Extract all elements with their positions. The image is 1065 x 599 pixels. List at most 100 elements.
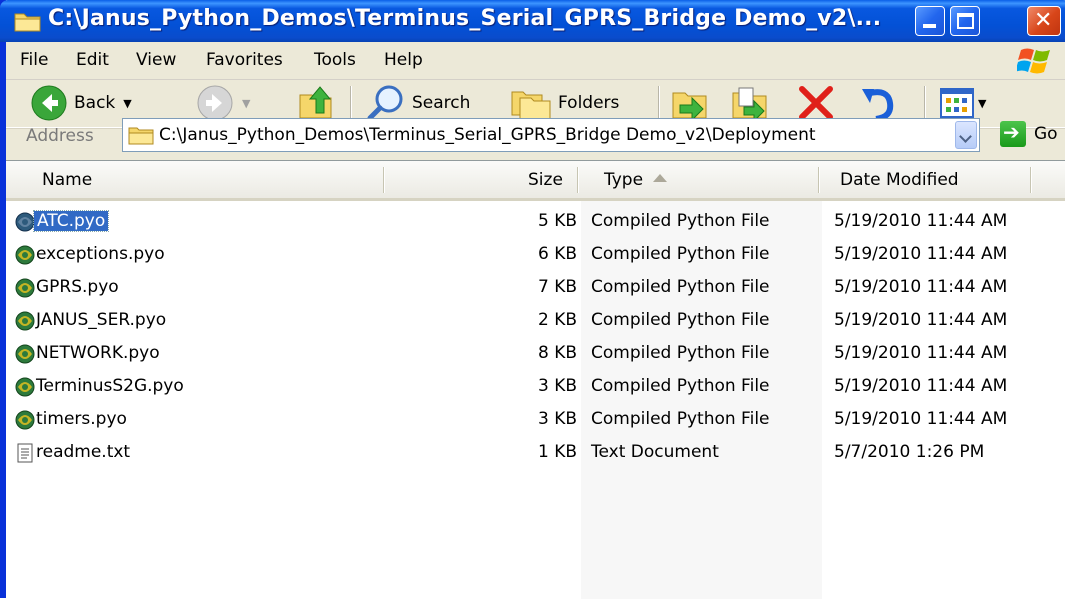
column-divider[interactable] (818, 167, 820, 193)
search-icon (367, 85, 403, 121)
menu-favorites[interactable]: Favorites (206, 50, 283, 70)
column-size-label: Size (528, 170, 563, 190)
file-row[interactable]: NETWORK.pyo 8 KB Compiled Python File 5/19/… (6, 338, 1065, 371)
file-name[interactable]: ATC.pyo (32, 210, 110, 232)
file-type: Compiled Python File (591, 310, 770, 330)
minimize-button[interactable] (915, 6, 945, 36)
column-divider[interactable] (577, 167, 579, 193)
undo-icon (862, 89, 894, 122)
back-button[interactable]: Back ▼ (30, 80, 132, 126)
back-arrow-icon (31, 85, 67, 121)
maximize-button[interactable] (950, 6, 980, 36)
file-name[interactable]: NETWORK.pyo (36, 343, 160, 363)
search-label: Search (412, 93, 471, 113)
file-row[interactable]: JANUS_SER.pyo 2 KB Compiled Python File 5/1… (6, 305, 1065, 338)
file-size: 6 KB (537, 244, 577, 264)
menu-tools[interactable]: Tools (314, 50, 356, 70)
close-icon: ✕ (1034, 8, 1053, 33)
text-document-icon (14, 442, 36, 464)
python-compiled-icon (14, 343, 36, 365)
file-row[interactable]: ATC.pyo 5 KB Compiled Python File 5/19/2010… (6, 206, 1065, 239)
file-date-modified: 5/19/2010 11:44 AM (834, 409, 1008, 429)
column-header-type[interactable]: Type (604, 161, 668, 198)
go-label: Go (1034, 124, 1058, 144)
file-date-modified: 5/7/2010 1:26 PM (834, 442, 985, 462)
file-row[interactable]: timers.pyo 3 KB Compiled Python File 5/19/2… (6, 404, 1065, 437)
address-label: Address (26, 126, 94, 146)
python-compiled-icon (14, 211, 36, 233)
views-icon (940, 88, 974, 118)
column-header-size[interactable]: Size (528, 161, 563, 198)
file-date-modified: 5/19/2010 11:44 AM (834, 343, 1008, 363)
column-header-name[interactable]: Name (42, 161, 92, 198)
file-type: Text Document (591, 442, 719, 462)
file-row[interactable]: exceptions.pyo 6 KB Compiled Python File 5/… (6, 239, 1065, 272)
column-divider[interactable] (1030, 167, 1032, 193)
file-name[interactable]: exceptions.pyo (36, 244, 165, 264)
title-bar[interactable]: C:\Janus_Python_Demos\Terminus_Serial_GP… (0, 0, 1065, 42)
go-arrow-icon (1000, 120, 1026, 147)
close-button[interactable]: ✕ (1027, 6, 1061, 36)
address-value[interactable]: C:\Janus_Python_Demos\Terminus_Serial_GP… (159, 125, 816, 145)
file-name[interactable]: readme.txt (36, 442, 130, 462)
minimize-icon (923, 24, 936, 28)
menu-bar: File Edit View Favorites Tools Help (6, 42, 1065, 80)
column-type-label: Type (604, 170, 644, 190)
file-name[interactable]: timers.pyo (36, 409, 127, 429)
forward-dropdown-icon[interactable]: ▼ (242, 97, 250, 110)
folder-icon (14, 13, 41, 32)
file-row[interactable]: TerminusS2G.pyo 3 KB Compiled Python File 5… (6, 371, 1065, 404)
file-row[interactable]: GPRS.pyo 7 KB Compiled Python File 5/19/201… (6, 272, 1065, 305)
file-date-modified: 5/19/2010 11:44 AM (834, 376, 1008, 396)
file-date-modified: 5/19/2010 11:44 AM (834, 277, 1008, 297)
column-header-date-modified[interactable]: Date Modified (840, 161, 959, 198)
explorer-window: C:\Janus_Python_Demos\Terminus_Serial_GP… (0, 0, 1065, 599)
file-name[interactable]: GPRS.pyo (36, 277, 119, 297)
file-date-modified: 5/19/2010 11:44 AM (834, 244, 1008, 264)
file-type: Compiled Python File (591, 211, 770, 231)
column-date-label: Date Modified (840, 170, 959, 190)
file-name[interactable]: JANUS_SER.pyo (36, 310, 166, 330)
window-title: C:\Janus_Python_Demos\Terminus_Serial_GP… (48, 6, 882, 31)
menu-file[interactable]: File (20, 50, 48, 70)
forward-arrow-icon (197, 85, 233, 121)
python-compiled-icon (14, 277, 36, 299)
copy-to-icon (732, 87, 767, 123)
file-size: 2 KB (537, 310, 577, 330)
sort-ascending-icon (653, 174, 668, 182)
menu-view[interactable]: View (136, 50, 176, 70)
file-size: 5 KB (537, 211, 577, 231)
up-folder-icon (299, 86, 332, 119)
file-size: 8 KB (537, 343, 577, 363)
move-to-icon (672, 92, 707, 122)
folders-label: Folders (558, 93, 620, 113)
column-divider[interactable] (383, 167, 385, 193)
file-type: Compiled Python File (591, 244, 770, 264)
address-dropdown-button[interactable] (955, 121, 977, 149)
python-compiled-icon (14, 310, 36, 332)
file-name[interactable]: TerminusS2G.pyo (36, 376, 184, 396)
address-field[interactable]: C:\Janus_Python_Demos\Terminus_Serial_GP… (122, 118, 980, 152)
column-name-label: Name (42, 170, 93, 190)
file-type: Compiled Python File (591, 376, 770, 396)
menu-edit[interactable]: Edit (76, 50, 109, 70)
windows-logo-icon (1017, 48, 1050, 74)
file-list-view[interactable]: Name Size Type Date Modified ATC.pyo 5 KB… (6, 160, 1065, 599)
back-label: Back (74, 93, 116, 113)
file-size: 3 KB (537, 376, 577, 396)
views-dropdown-icon[interactable]: ▼ (978, 97, 986, 110)
python-compiled-icon (14, 409, 36, 431)
python-compiled-icon (14, 244, 36, 266)
list-header: Name Size Type Date Modified (6, 161, 1065, 201)
file-type: Compiled Python File (591, 277, 770, 297)
folder-icon (128, 127, 154, 145)
go-button[interactable]: Go (1000, 120, 1058, 147)
file-date-modified: 5/19/2010 11:44 AM (834, 310, 1008, 330)
file-type: Compiled Python File (591, 343, 770, 363)
back-dropdown-icon[interactable]: ▼ (123, 97, 131, 110)
file-row[interactable]: readme.txt 1 KB Text Document 5/7/2010 1:26… (6, 437, 1065, 470)
file-size: 7 KB (537, 277, 577, 297)
menu-help[interactable]: Help (384, 50, 423, 70)
python-compiled-icon (14, 376, 36, 398)
folders-icon (511, 91, 551, 120)
